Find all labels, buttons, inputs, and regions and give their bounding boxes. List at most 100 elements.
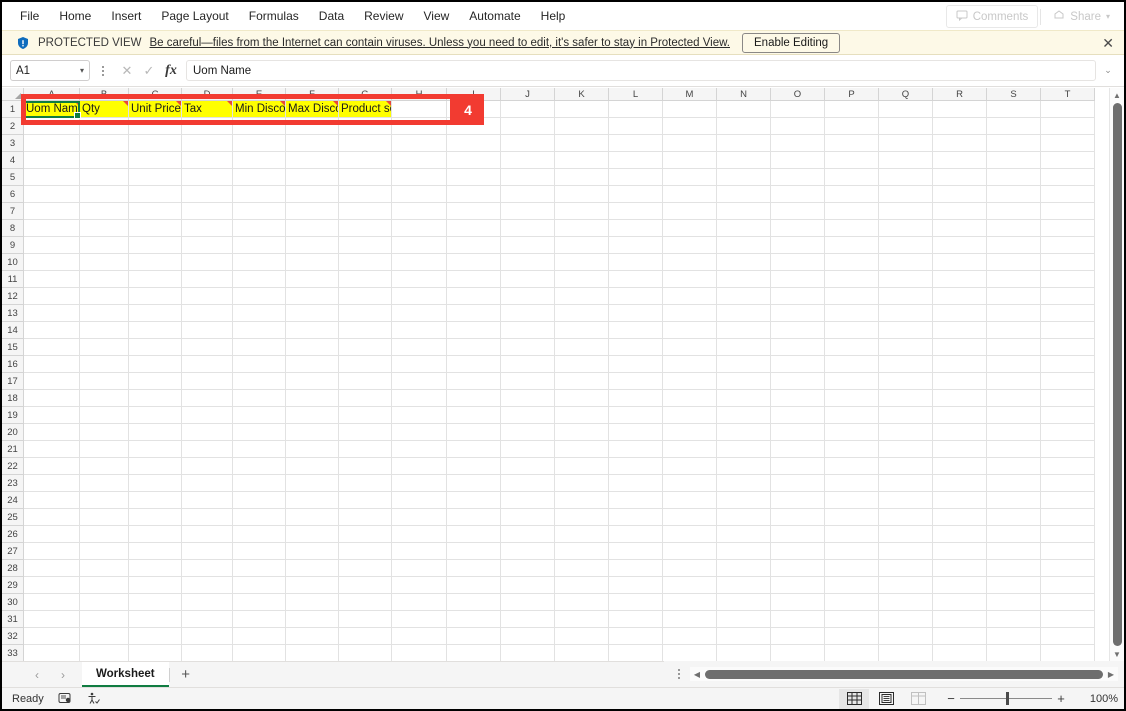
cell-M16[interactable] (663, 356, 717, 373)
cell-C3[interactable] (129, 135, 182, 152)
cell-P1[interactable] (825, 101, 879, 118)
cell-P13[interactable] (825, 305, 879, 322)
cell-D28[interactable] (182, 560, 233, 577)
cell-T8[interactable] (1041, 220, 1095, 237)
cell-I10[interactable] (447, 254, 501, 271)
cell-N9[interactable] (717, 237, 771, 254)
cell-J1[interactable] (501, 101, 555, 118)
cell-B1[interactable]: Qty (80, 101, 129, 118)
cell-B17[interactable] (80, 373, 129, 390)
cell-J10[interactable] (501, 254, 555, 271)
cell-H30[interactable] (392, 594, 447, 611)
cell-J12[interactable] (501, 288, 555, 305)
cell-H7[interactable] (392, 203, 447, 220)
row-header-11[interactable]: 11 (2, 271, 24, 288)
cell-O2[interactable] (771, 118, 825, 135)
cell-L27[interactable] (609, 543, 663, 560)
cell-R20[interactable] (933, 424, 987, 441)
cell-D6[interactable] (182, 186, 233, 203)
cell-Q19[interactable] (879, 407, 933, 424)
cell-S17[interactable] (987, 373, 1041, 390)
cell-E19[interactable] (233, 407, 286, 424)
cell-T33[interactable] (1041, 645, 1095, 661)
row-header-20[interactable]: 20 (2, 424, 24, 441)
cell-J14[interactable] (501, 322, 555, 339)
cell-L6[interactable] (609, 186, 663, 203)
cell-T21[interactable] (1041, 441, 1095, 458)
cell-D12[interactable] (182, 288, 233, 305)
cell-H13[interactable] (392, 305, 447, 322)
cell-N22[interactable] (717, 458, 771, 475)
row-header-25[interactable]: 25 (2, 509, 24, 526)
cell-R4[interactable] (933, 152, 987, 169)
cell-I20[interactable] (447, 424, 501, 441)
cell-N33[interactable] (717, 645, 771, 661)
cell-T12[interactable] (1041, 288, 1095, 305)
cell-K27[interactable] (555, 543, 609, 560)
cell-J6[interactable] (501, 186, 555, 203)
cell-G4[interactable] (339, 152, 392, 169)
cell-M31[interactable] (663, 611, 717, 628)
cell-H6[interactable] (392, 186, 447, 203)
cell-P14[interactable] (825, 322, 879, 339)
cell-B33[interactable] (80, 645, 129, 661)
cell-P2[interactable] (825, 118, 879, 135)
cell-R14[interactable] (933, 322, 987, 339)
cell-S15[interactable] (987, 339, 1041, 356)
cell-C7[interactable] (129, 203, 182, 220)
cell-P4[interactable] (825, 152, 879, 169)
cell-R7[interactable] (933, 203, 987, 220)
cell-N4[interactable] (717, 152, 771, 169)
cell-J18[interactable] (501, 390, 555, 407)
cell-P18[interactable] (825, 390, 879, 407)
cell-K17[interactable] (555, 373, 609, 390)
cell-C27[interactable] (129, 543, 182, 560)
cell-L28[interactable] (609, 560, 663, 577)
cell-Q9[interactable] (879, 237, 933, 254)
cell-L26[interactable] (609, 526, 663, 543)
cell-A11[interactable] (24, 271, 80, 288)
cell-I33[interactable] (447, 645, 501, 661)
cell-J15[interactable] (501, 339, 555, 356)
cell-M23[interactable] (663, 475, 717, 492)
cell-O11[interactable] (771, 271, 825, 288)
cell-H2[interactable] (392, 118, 447, 135)
cell-G11[interactable] (339, 271, 392, 288)
cell-B31[interactable] (80, 611, 129, 628)
cell-H16[interactable] (392, 356, 447, 373)
cell-P30[interactable] (825, 594, 879, 611)
cell-O4[interactable] (771, 152, 825, 169)
cell-K20[interactable] (555, 424, 609, 441)
cell-F7[interactable] (286, 203, 339, 220)
cell-M14[interactable] (663, 322, 717, 339)
cell-B7[interactable] (80, 203, 129, 220)
cell-D10[interactable] (182, 254, 233, 271)
cell-O21[interactable] (771, 441, 825, 458)
column-header-r[interactable]: R (933, 88, 987, 101)
cell-A16[interactable] (24, 356, 80, 373)
cell-G5[interactable] (339, 169, 392, 186)
menu-tab-home[interactable]: Home (49, 5, 101, 27)
cell-R23[interactable] (933, 475, 987, 492)
cell-D30[interactable] (182, 594, 233, 611)
menu-tab-review[interactable]: Review (354, 5, 413, 27)
horizontal-scroll-thumb[interactable] (705, 669, 1103, 679)
cell-F31[interactable] (286, 611, 339, 628)
cell-P33[interactable] (825, 645, 879, 661)
cell-Q1[interactable] (879, 101, 933, 118)
cell-O16[interactable] (771, 356, 825, 373)
cell-J20[interactable] (501, 424, 555, 441)
zoom-slider[interactable] (960, 692, 1052, 705)
cell-G30[interactable] (339, 594, 392, 611)
close-icon[interactable]: ✕ (1102, 35, 1114, 51)
cell-E25[interactable] (233, 509, 286, 526)
cell-I7[interactable] (447, 203, 501, 220)
cell-C2[interactable] (129, 118, 182, 135)
cell-G29[interactable] (339, 577, 392, 594)
cell-B29[interactable] (80, 577, 129, 594)
cell-G16[interactable] (339, 356, 392, 373)
cell-C9[interactable] (129, 237, 182, 254)
cell-N24[interactable] (717, 492, 771, 509)
cell-H29[interactable] (392, 577, 447, 594)
cell-I13[interactable] (447, 305, 501, 322)
